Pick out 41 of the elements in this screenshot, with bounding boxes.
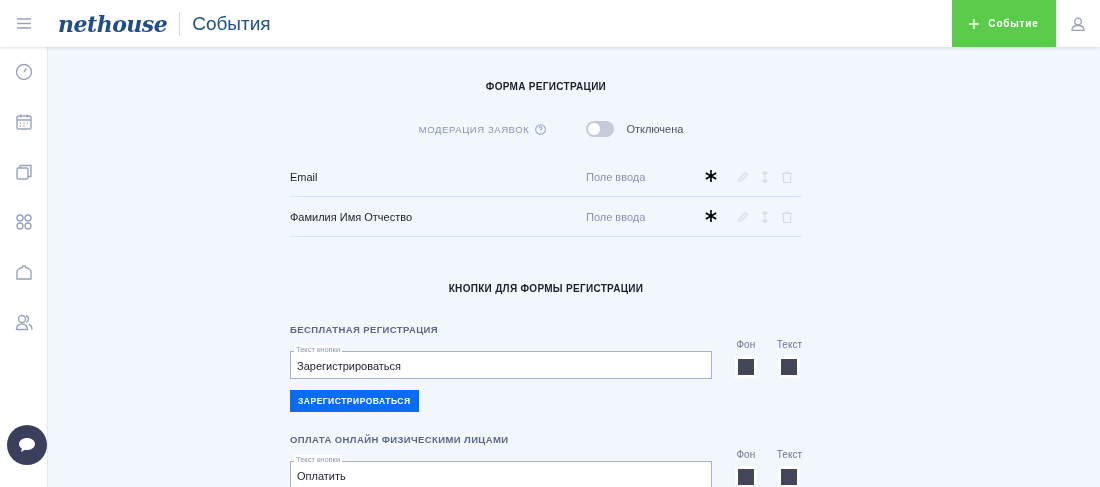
puzzle-icon[interactable] [14, 263, 33, 281]
delete-icon[interactable] [781, 210, 793, 223]
group-title: ОПЛАТА ОНЛАЙН ФИЗИЧЕСКИМИ ЛИЦАМИ [290, 434, 510, 445]
plus-icon [969, 18, 980, 29]
edit-icon[interactable] [737, 210, 749, 223]
delete-icon[interactable] [781, 170, 793, 183]
speech-bubble-icon [18, 437, 36, 453]
swatch-label: Фон [736, 339, 756, 350]
field-name: Фамилия Имя Отчество [290, 210, 414, 223]
color-swatch[interactable] [737, 359, 754, 375]
apps-icon[interactable] [14, 213, 33, 231]
menu-icon[interactable] [17, 18, 31, 29]
color-swatch[interactable] [781, 469, 798, 485]
field-name: Email [290, 170, 319, 183]
move-icon[interactable] [759, 210, 771, 223]
swatch-label: Фон [736, 449, 756, 460]
preview-button[interactable]: ЗАРЕГИСТРИРОВАТЬСЯ [290, 390, 419, 412]
button-text-field[interactable]: Оплатить [290, 461, 712, 487]
color-swatch[interactable] [781, 359, 798, 375]
gauge-icon[interactable] [14, 63, 33, 81]
move-icon[interactable] [759, 170, 771, 183]
section-title: ФОРМА РЕГИСТРАЦИИ [484, 81, 608, 92]
swatch-label: Текст [776, 449, 802, 460]
field-type: Поле ввода [586, 210, 647, 223]
user-icon[interactable] [1071, 16, 1085, 31]
button-text-field[interactable]: Зарегистрироваться [290, 351, 712, 379]
moderation-toggle[interactable] [586, 121, 615, 137]
users-icon[interactable] [14, 313, 33, 331]
edit-icon[interactable] [737, 170, 749, 183]
pages-icon[interactable] [14, 163, 33, 181]
toggle-state-text: Отключена [626, 123, 684, 135]
group-title: БЕСПЛАТНАЯ РЕГИСТРАЦИЯ [290, 324, 439, 335]
logo[interactable]: nethouse [58, 10, 168, 37]
field-type: Поле ввода [586, 170, 647, 183]
swatch-label: Текст [776, 339, 802, 350]
page-title: События [192, 12, 271, 35]
calendar-icon[interactable] [14, 113, 33, 131]
section-title: КНОПКИ ДЛЯ ФОРМЫ РЕГИСТРАЦИИ [447, 283, 645, 294]
color-swatch[interactable] [737, 469, 754, 485]
help-icon[interactable] [535, 123, 547, 135]
moderation-label: МОДЕРАЦИЯ ЗАЯВОК [418, 123, 530, 135]
